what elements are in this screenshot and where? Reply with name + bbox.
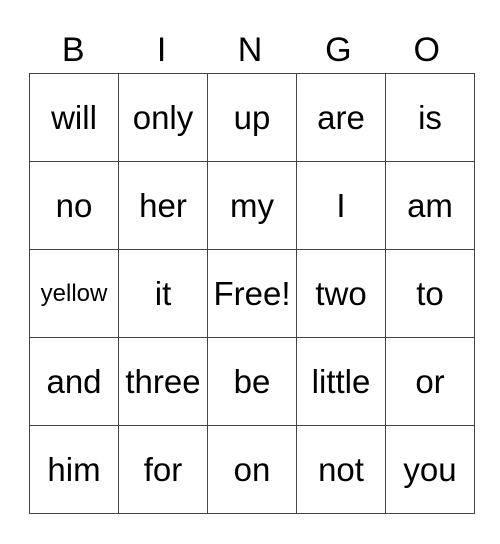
- card-cell[interactable]: is: [385, 73, 475, 162]
- card-cell[interactable]: only: [118, 73, 208, 162]
- card-cell[interactable]: no: [29, 161, 119, 250]
- card-cell[interactable]: are: [296, 73, 386, 162]
- header-letter-o: O: [413, 31, 440, 69]
- free-space-cell[interactable]: Free!: [207, 249, 297, 338]
- card-row: no her my I am: [29, 161, 475, 250]
- card-cell[interactable]: yellow: [29, 249, 119, 338]
- card-cell[interactable]: be: [207, 337, 297, 426]
- card-row: him for on not you: [29, 425, 475, 514]
- card-cell[interactable]: little: [296, 337, 386, 426]
- bingo-header: B I N G O: [29, 28, 471, 73]
- header-letter-g: G: [325, 31, 352, 69]
- card-cell[interactable]: on: [207, 425, 297, 514]
- card-cell[interactable]: and: [29, 337, 119, 426]
- card-cell[interactable]: two: [296, 249, 386, 338]
- card-row: yellow it Free! two to: [29, 249, 475, 338]
- card-cell[interactable]: you: [385, 425, 475, 514]
- card-cell[interactable]: not: [296, 425, 386, 514]
- card-row: will only up are is: [29, 73, 475, 162]
- card-cell[interactable]: I: [296, 161, 386, 250]
- card-cell[interactable]: her: [118, 161, 208, 250]
- card-cell[interactable]: to: [385, 249, 475, 338]
- card-cell[interactable]: for: [118, 425, 208, 514]
- card-cell[interactable]: or: [385, 337, 475, 426]
- card-cell[interactable]: my: [207, 161, 297, 250]
- header-letter-n: N: [237, 31, 263, 69]
- bingo-card: will only up are is no her my I am yello…: [29, 73, 475, 514]
- card-cell[interactable]: up: [207, 73, 297, 162]
- header-letter-i: I: [156, 31, 167, 69]
- card-cell[interactable]: him: [29, 425, 119, 514]
- header-letter-b: B: [61, 31, 85, 69]
- card-cell[interactable]: will: [29, 73, 119, 162]
- card-cell[interactable]: three: [118, 337, 208, 426]
- card-cell[interactable]: am: [385, 161, 475, 250]
- card-row: and three be little or: [29, 337, 475, 426]
- card-cell[interactable]: it: [118, 249, 208, 338]
